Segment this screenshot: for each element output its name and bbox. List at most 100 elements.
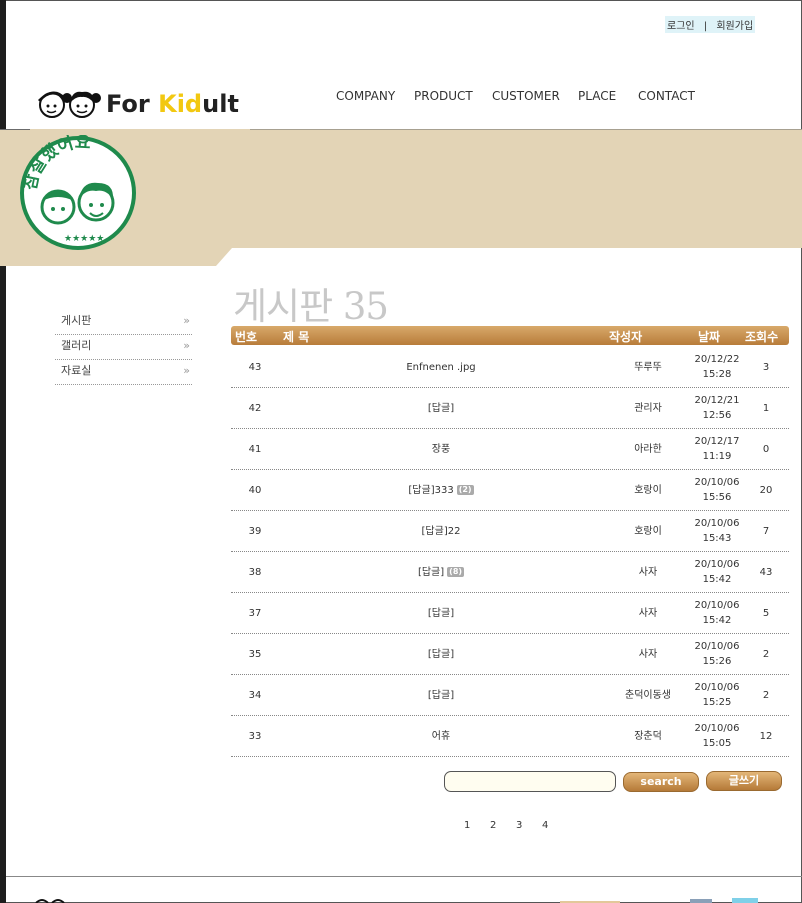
row-subject[interactable]: [답글] (428, 647, 454, 662)
row-date: 20/10/06 15:56 (683, 470, 751, 510)
row-date-time: 15:25 (702, 697, 732, 708)
row-subject[interactable]: 어휴 (432, 729, 450, 744)
sidebar-item-label: 자료실 (61, 364, 92, 377)
nav-place[interactable]: PLACE (578, 89, 616, 103)
nav-company[interactable]: COMPANY (336, 89, 395, 103)
comment-count-badge: (8) (447, 567, 465, 577)
post-list: 43 Enfnenen .jpg 뚜루뚜 20/12/22 15:28 3 42 … (231, 347, 789, 757)
header-date: 날짜 (698, 330, 721, 344)
row-author: 관리자 (634, 402, 662, 414)
row-num: 41 (248, 443, 262, 455)
table-row: 37 [답글] 사자 20/10/06 15:42 5 (231, 593, 789, 634)
page-title: 게시판 35 (233, 285, 389, 328)
row-date-time: 15:05 (702, 738, 732, 749)
row-date-day: 20/10/06 (694, 682, 740, 693)
row-date-time: 15:26 (702, 656, 732, 667)
row-views: 1 (762, 402, 770, 414)
row-subject-link[interactable]: [답글] (281, 675, 601, 715)
row-subject[interactable]: [답글] (428, 606, 454, 621)
row-subject-link[interactable]: 어휴 (281, 716, 601, 756)
row-date-day: 20/12/22 (694, 354, 740, 365)
row-num: 33 (248, 730, 262, 742)
write-button[interactable]: 글쓰기 (706, 771, 782, 791)
row-subject-link[interactable]: [답글] (8) (281, 552, 601, 592)
row-views: 3 (762, 361, 770, 373)
row-subject-link[interactable]: Enfnenen .jpg (281, 347, 601, 387)
header-subject: 제 목 (283, 330, 310, 344)
row-date-day: 20/10/06 (694, 723, 740, 734)
chevron-right-icon: » (183, 364, 190, 377)
row-subject[interactable]: Enfnenen .jpg (406, 360, 475, 375)
kids-heads-icon (38, 91, 101, 118)
row-subject[interactable]: [답글]22 (422, 524, 461, 539)
page-link-4[interactable]: 4 (542, 820, 548, 831)
row-num: 43 (248, 361, 262, 373)
sidebar-item-gallery[interactable]: 갤러리 » (55, 335, 192, 360)
search-button[interactable]: search (623, 772, 699, 792)
row-date-time: 15:42 (702, 574, 732, 585)
logo-ult: ult (202, 90, 239, 118)
page-link-1[interactable]: 1 (464, 820, 470, 831)
row-author: 춘덕이동생 (625, 689, 671, 701)
row-subject-link[interactable]: [답글] (281, 593, 601, 633)
row-date: 20/12/22 15:28 (683, 347, 751, 387)
top-links: 로그인 | 회원가입 (665, 16, 756, 33)
row-date: 20/12/17 11:19 (683, 429, 751, 469)
footer-divider (6, 876, 802, 877)
row-date-day: 20/10/06 (694, 559, 740, 570)
page-link-2[interactable]: 2 (490, 820, 496, 831)
svg-text:★★★★★: ★★★★★ (64, 234, 104, 244)
row-date-day: 20/10/06 (694, 600, 740, 611)
comment-count-badge: (2) (456, 485, 474, 495)
nav-product[interactable]: PRODUCT (414, 89, 473, 103)
row-date: 20/10/06 15:42 (683, 593, 751, 633)
row-views: 12 (759, 730, 773, 742)
join-link[interactable]: 회원가입 (716, 21, 753, 32)
row-date-day: 20/10/06 (694, 477, 740, 488)
row-date-day: 20/10/06 (694, 641, 740, 652)
row-num: 37 (248, 607, 262, 619)
search-input[interactable] (444, 771, 616, 792)
page-link-3[interactable]: 3 (516, 820, 522, 831)
row-subject-link[interactable]: [답글]333 (2) (281, 470, 601, 510)
header-views: 조회수 (745, 330, 779, 344)
row-subject-link[interactable]: [답글] (281, 388, 601, 428)
nav-customer[interactable]: CUSTOMER (492, 89, 560, 103)
table-row: 33 어휴 장춘덕 20/10/06 15:05 12 (231, 716, 789, 757)
sidebar-item-board[interactable]: 게시판 » (55, 310, 192, 335)
row-subject[interactable]: 장풍 (432, 442, 450, 457)
row-author: 사자 (638, 607, 658, 619)
row-subject-link[interactable]: [답글] (281, 634, 601, 674)
table-row: 39 [답글]22 호랑이 20/10/06 15:43 7 (231, 511, 789, 552)
row-subject[interactable]: [답글]333 (408, 483, 453, 498)
table-row: 35 [답글] 사자 20/10/06 15:26 2 (231, 634, 789, 675)
row-date-time: 15:42 (702, 615, 732, 626)
row-views: 0 (762, 443, 770, 455)
sidebar-item-archive[interactable]: 자료실 » (55, 360, 192, 385)
row-date: 20/10/06 15:43 (683, 511, 751, 551)
row-date-day: 20/12/21 (694, 395, 740, 406)
table-row: 41 장풍 아라한 20/12/17 11:19 0 (231, 429, 789, 470)
row-date-time: 11:19 (702, 451, 732, 462)
chevron-right-icon: » (183, 339, 190, 352)
row-subject-link[interactable]: [답글]22 (281, 511, 601, 551)
row-author: 사자 (638, 566, 658, 578)
nav-contact[interactable]: CONTACT (638, 89, 695, 103)
sidebar: 게시판 » 갤러리 » 자료실 » (55, 310, 192, 385)
site-logo[interactable]: For Kidult (30, 84, 252, 131)
row-date-time: 15:56 (702, 492, 732, 503)
row-subject[interactable]: [답글] (428, 401, 454, 416)
header-author: 작성자 (609, 330, 643, 344)
logo-text: For Kidult (106, 90, 239, 118)
row-views: 7 (762, 525, 770, 537)
table-row: 40 [답글]333 (2) 호랑이 20/10/06 15:56 20 (231, 470, 789, 511)
row-subject[interactable]: [답글] (428, 688, 454, 703)
stamp-icon: 참잘했어요 ★★★★★ (20, 135, 136, 250)
row-subject[interactable]: [답글] (418, 565, 444, 580)
row-author: 호랑이 (634, 525, 662, 537)
logo-kid: Kid (158, 90, 203, 118)
row-subject-link[interactable]: 장풍 (281, 429, 601, 469)
row-num: 42 (248, 402, 262, 414)
login-link[interactable]: 로그인 (667, 21, 695, 32)
row-num: 39 (248, 525, 262, 537)
